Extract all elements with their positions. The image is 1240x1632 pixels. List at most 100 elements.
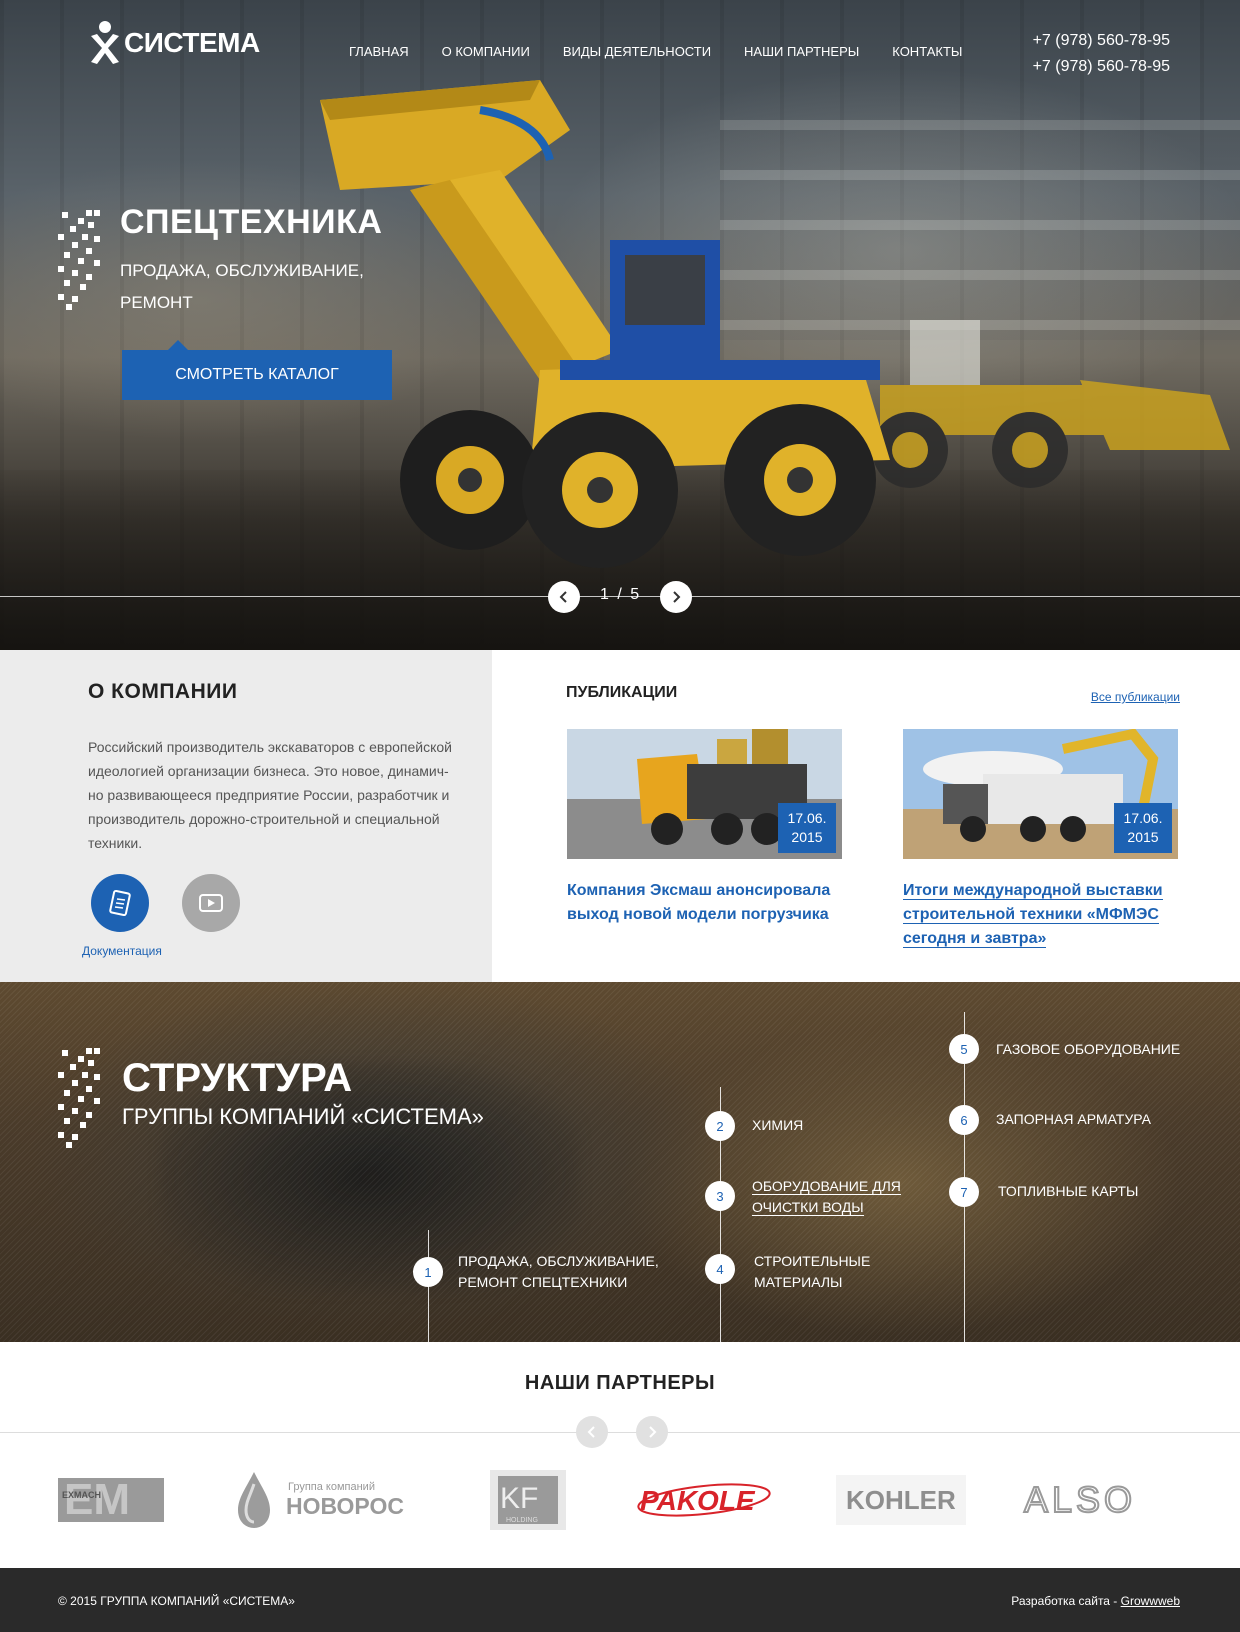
main-nav: ГЛАВНАЯ О КОМПАНИИ ВИДЫ ДЕЯТЕЛЬНОСТИ НАШ… xyxy=(349,44,995,59)
partner-logo-kohler[interactable]: KOHLER xyxy=(836,1465,966,1535)
play-icon xyxy=(199,894,223,912)
slide-counter: 1 / 5 xyxy=(600,586,642,603)
also-logo: ALSO xyxy=(1023,1480,1136,1520)
documentation-label[interactable]: Документация xyxy=(82,944,162,958)
slider-next-button[interactable] xyxy=(660,581,692,613)
structure-item-valves[interactable]: ЗАПОРНАЯ АРМАТУРА xyxy=(996,1109,1151,1130)
svg-text:ALSO: ALSO xyxy=(1024,1480,1136,1520)
developer-link[interactable]: Growwweb xyxy=(1121,1594,1180,1608)
about-title: О КОМПАНИИ xyxy=(88,680,238,703)
structure-node-7[interactable]: 7 xyxy=(949,1177,979,1207)
structure-item-fuel-cards[interactable]: ТОПЛИВНЫЕ КАРТЫ xyxy=(998,1181,1138,1202)
novoros-logo: Группа компаний НОВОРОС xyxy=(238,1472,404,1528)
nav-partners[interactable]: НАШИ ПАРТНЕРЫ xyxy=(744,44,859,59)
hero-title: СПЕЦТЕХНИКА xyxy=(120,203,383,241)
date-year: 2015 xyxy=(791,829,823,845)
structure-item-water-treatment[interactable]: ОБОРУДОВАНИЕ ДЛЯ ОЧИСТКИ ВОДЫ xyxy=(752,1176,901,1218)
document-icon xyxy=(109,889,131,917)
chevron-left-icon xyxy=(559,591,567,603)
publications-title: ПУБЛИКАЦИИ xyxy=(566,684,678,701)
footer-copyright: © 2015 ГРУППА КОМПАНИЙ «СИСТЕМА» xyxy=(58,1594,295,1608)
svg-text:PAKOLE: PAKOLE xyxy=(640,1485,756,1516)
date-day: 17.06. xyxy=(787,810,827,826)
partner-logo-exmach[interactable]: EM EXMACH xyxy=(58,1465,164,1535)
publication-title[interactable]: Компания Эксмаш анонсировала выход новой… xyxy=(567,879,842,927)
video-button[interactable] xyxy=(182,874,240,932)
publication-card[interactable]: 17.06. 2015 Итоги международной выставки… xyxy=(903,729,1178,951)
documentation-button[interactable] xyxy=(91,874,149,932)
footer-developer: Разработка сайта - Growwweb xyxy=(1011,1594,1180,1608)
svg-text:EXMACH: EXMACH xyxy=(62,1490,101,1500)
nav-activities[interactable]: ВИДЫ ДЕЯТЕЛЬНОСТИ xyxy=(563,44,711,59)
structure-item-label: РЕМОНТ СПЕЦТЕХНИКИ xyxy=(458,1274,628,1290)
partner-logo-pakole[interactable]: PAKOLE xyxy=(634,1465,774,1535)
structure-node-6[interactable]: 6 xyxy=(949,1105,979,1135)
structure-item-chemistry[interactable]: ХИМИЯ xyxy=(752,1115,803,1136)
checker-pattern-decoration xyxy=(58,210,100,310)
nav-about[interactable]: О КОМПАНИИ xyxy=(442,44,530,59)
checker-pattern-decoration xyxy=(58,1048,100,1148)
partners-divider xyxy=(0,1432,1240,1433)
structure-item-label: МАТЕРИАЛЫ xyxy=(754,1274,843,1290)
publication-image[interactable]: 17.06. 2015 xyxy=(903,729,1178,859)
background-loader-image xyxy=(872,320,1230,488)
chevron-right-icon xyxy=(649,1426,657,1438)
partner-logo-novoros[interactable]: Группа компаний НОВОРОС xyxy=(232,1465,412,1535)
nav-home[interactable]: ГЛАВНАЯ xyxy=(349,44,409,59)
structure-item-sales[interactable]: ПРОДАЖА, ОБСЛУЖИВАНИЕ, РЕМОНТ СПЕЦТЕХНИК… xyxy=(458,1251,659,1293)
structure-node-2[interactable]: 2 xyxy=(705,1111,735,1141)
structure-node-5[interactable]: 5 xyxy=(949,1034,979,1064)
svg-text:НОВОРОС: НОВОРОС xyxy=(286,1493,404,1519)
structure-item-label: СТРОИТЕЛЬНЫЕ xyxy=(754,1253,871,1269)
publication-card[interactable]: 17.06. 2015 Компания Эксмаш анонсировала… xyxy=(567,729,842,927)
structure-node-1[interactable]: 1 xyxy=(413,1257,443,1287)
all-publications-link[interactable]: Все публикации xyxy=(1091,690,1180,704)
kohler-logo: KOHLER xyxy=(836,1475,966,1525)
phone-number[interactable]: +7 (978) 560-78-95 xyxy=(1033,28,1170,54)
pakole-logo: PAKOLE xyxy=(637,1483,771,1517)
partner-logo-also[interactable]: ALSO xyxy=(1022,1465,1172,1535)
publication-date-badge: 17.06. 2015 xyxy=(778,803,836,853)
hero-subtitle: ПРОДАЖА, ОБСЛУЖИВАНИЕ, РЕМОНТ xyxy=(120,261,364,312)
structure-item-building-materials[interactable]: СТРОИТЕЛЬНЫЕ МАТЕРИАЛЫ xyxy=(754,1251,870,1293)
nav-contacts[interactable]: КОНТАКТЫ xyxy=(892,44,962,59)
partners-prev-button[interactable] xyxy=(576,1416,608,1448)
logo-text: СИСТЕМА xyxy=(124,27,260,58)
developer-prefix: Разработка сайта - xyxy=(1011,1594,1121,1608)
site-logo[interactable]: СИСТЕМА xyxy=(88,20,260,66)
hero-banner: СИСТЕМА ГЛАВНАЯ О КОМПАНИИ ВИДЫ ДЕЯТЕЛЬН… xyxy=(0,0,1240,650)
slider-prev-button[interactable] xyxy=(548,581,580,613)
svg-text:KOHLER: KOHLER xyxy=(846,1485,956,1515)
header-phones: +7 (978) 560-78-95 +7 (978) 560-78-95 xyxy=(1033,28,1170,80)
view-catalog-button[interactable]: СМОТРЕТЬ КАТАЛОГ xyxy=(122,350,392,400)
partners-title: НАШИ ПАРТНЕРЫ xyxy=(524,1372,716,1394)
publication-title[interactable]: Итоги международной выставки строительно… xyxy=(903,879,1178,951)
wheel-loader-image xyxy=(320,80,890,568)
publication-image[interactable]: 17.06. 2015 xyxy=(567,729,842,859)
structure-item-label[interactable]: ОЧИСТКИ ВОДЫ xyxy=(752,1199,864,1216)
structure-title: СТРУКТУРА xyxy=(122,1056,353,1100)
structure-node-3[interactable]: 3 xyxy=(705,1181,735,1211)
kf-holding-logo: KF HOLDING xyxy=(490,1470,566,1530)
partner-logo-kf-holding[interactable]: KF HOLDING xyxy=(490,1465,566,1535)
svg-text:HOLDING: HOLDING xyxy=(506,1517,538,1524)
svg-text:EM: EM xyxy=(64,1476,130,1524)
publications-section: ПУБЛИКАЦИИ Все публикации 17.06. 2015 Ко… xyxy=(492,650,1240,982)
site-footer: © 2015 ГРУППА КОМПАНИЙ «СИСТЕМА» Разрабо… xyxy=(0,1568,1240,1632)
publication-title-text[interactable]: Итоги международной выставки строительно… xyxy=(903,882,1163,948)
date-year: 2015 xyxy=(1127,829,1159,845)
partners-next-button[interactable] xyxy=(636,1416,668,1448)
svg-text:KF: KF xyxy=(500,1482,538,1515)
publication-date-badge: 17.06. 2015 xyxy=(1114,803,1172,853)
structure-subtitle: ГРУППЫ КОМПАНИЙ «СИСТЕМА» xyxy=(122,1104,484,1129)
structure-node-4[interactable]: 4 xyxy=(705,1254,735,1284)
date-day: 17.06. xyxy=(1123,810,1163,826)
about-section: О КОМПАНИИ Российский производитель экск… xyxy=(0,650,492,982)
exmach-logo: EM EXMACH xyxy=(58,1476,164,1524)
svg-text:Группа компаний: Группа компаний xyxy=(288,1481,375,1493)
structure-item-gas-equipment[interactable]: ГАЗОВОЕ ОБОРУДОВАНИЕ xyxy=(996,1039,1180,1060)
phone-number[interactable]: +7 (978) 560-78-95 xyxy=(1033,54,1170,80)
logo-person-icon xyxy=(91,21,119,64)
structure-item-label[interactable]: ОБОРУДОВАНИЕ ДЛЯ xyxy=(752,1178,901,1195)
cta-notch-decoration xyxy=(168,340,188,350)
